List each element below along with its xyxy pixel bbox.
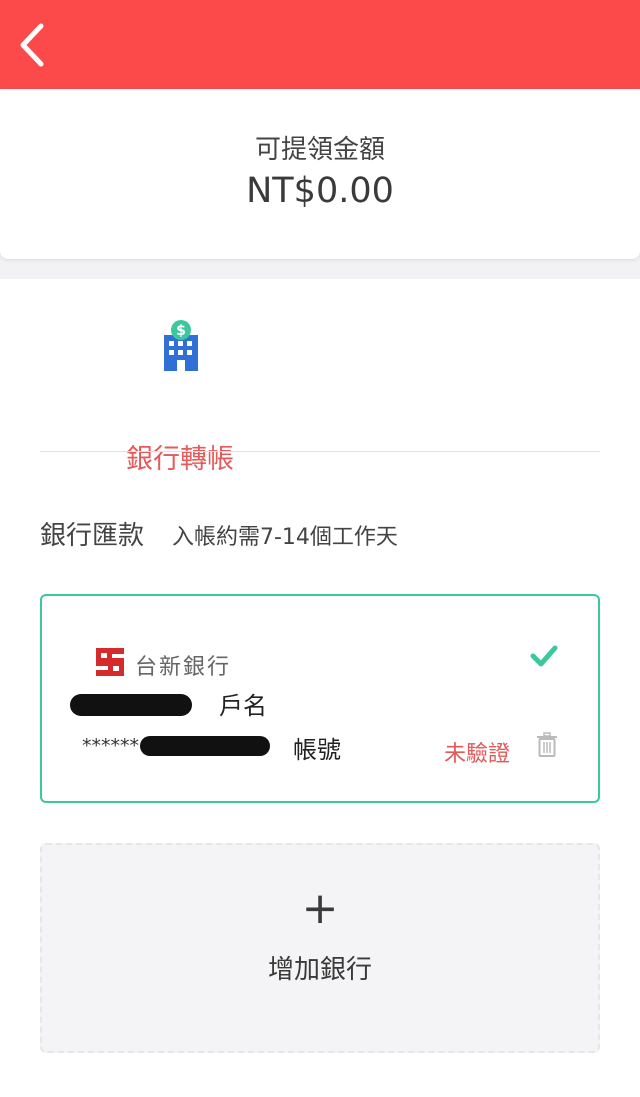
account-holder-label: 戶名: [219, 692, 267, 720]
check-icon: [530, 645, 558, 667]
tab-label: 銀行轉帳: [126, 444, 234, 475]
top-bar: [0, 0, 640, 89]
account-number-mask: ******: [82, 735, 139, 757]
balance-card: 可提領金額 NT$0.00: [0, 89, 640, 259]
trash-icon[interactable]: [536, 732, 558, 758]
account-number-label: 帳號: [293, 736, 341, 764]
taishin-bank-logo: [93, 645, 127, 679]
back-button[interactable]: [8, 18, 56, 72]
section-title: 銀行匯款: [40, 521, 145, 551]
chevron-left-icon: [20, 23, 44, 67]
redacted-account-holder: [70, 694, 192, 716]
bank-account-card[interactable]: 台新銀行 戶名 ****** 帳號 未驗證: [40, 594, 600, 803]
tab-bank-transfer[interactable]: $ 銀行轉帳: [100, 319, 260, 475]
plus-icon: +: [301, 883, 339, 934]
bank-name: 台新銀行: [135, 655, 232, 680]
svg-text:$: $: [176, 323, 186, 339]
withdraw-panel: $ 銀行轉帳 銀行匯款 入帳約需7-14個工作天 台新銀行 戶名 ****** …: [0, 279, 640, 1097]
add-bank-button[interactable]: + 增加銀行: [40, 843, 600, 1053]
bank-building-icon: $: [164, 320, 198, 371]
balance-amount: NT$0.00: [246, 171, 394, 211]
verification-status[interactable]: 未驗證: [444, 736, 510, 768]
redacted-account-number: [140, 736, 270, 756]
add-bank-label: 增加銀行: [267, 955, 372, 985]
divider: [40, 451, 600, 452]
balance-label: 可提領金額: [254, 135, 385, 165]
processing-time-note: 入帳約需7-14個工作天: [172, 525, 398, 550]
